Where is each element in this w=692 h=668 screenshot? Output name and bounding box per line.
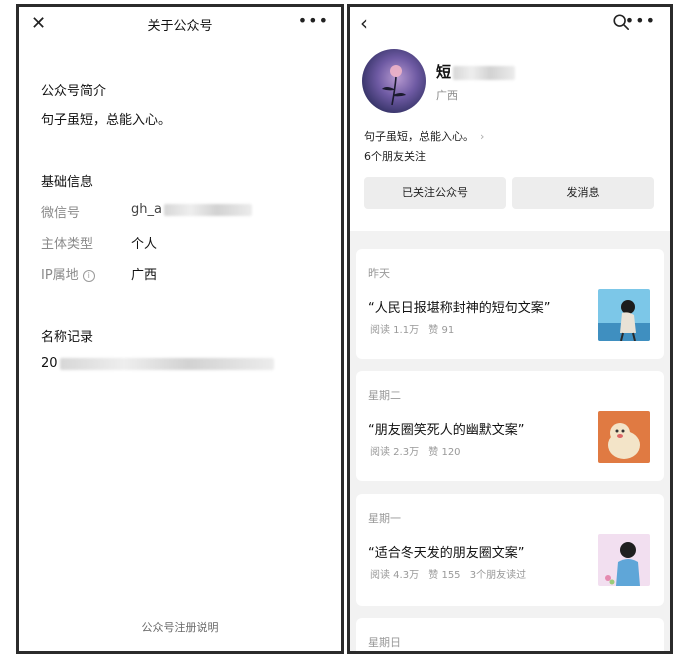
- intro-text: 句子虽短，总能入心。: [41, 113, 172, 128]
- article-thumbnail: [598, 534, 650, 586]
- redacted-blur: [453, 65, 516, 80]
- article-day: 星期日: [368, 636, 401, 649]
- article-meta: 阅读 4.3万 赞 155 3个朋友读过: [370, 566, 532, 581]
- name-history-year: 20: [41, 356, 58, 371]
- account-name-text: 短: [436, 63, 452, 81]
- send-message-button[interactable]: 发消息: [512, 177, 654, 209]
- article-likes: 赞 120: [428, 447, 461, 458]
- about-account-screen: ✕ 关于公众号 ••• 公众号简介 句子虽短，总能入心。 基础信息 微信号 gh…: [16, 4, 344, 654]
- article-meta: 阅读 2.3万 赞 120: [370, 443, 467, 458]
- article-title[interactable]: “朋友圈笑死人的幽默文案”: [368, 419, 524, 438]
- article-reads: 阅读 2.3万: [370, 447, 420, 458]
- article-thumbnail: [598, 289, 650, 341]
- basic-info-heading: 基础信息: [41, 175, 94, 190]
- header-bar: ✕ 关于公众号 •••: [19, 7, 341, 43]
- article-card[interactable]: 昨天 “人民日报堪称封神的短句文案” 阅读 1.1万 赞 91: [356, 249, 664, 359]
- wechat-id-value[interactable]: gh_a: [131, 202, 252, 217]
- more-icon[interactable]: •••: [298, 11, 329, 30]
- account-description[interactable]: 句子虽短，总能入心。 ›: [364, 128, 484, 144]
- info-icon[interactable]: i: [82, 270, 95, 282]
- article-title[interactable]: “适合冬天发的朋友圈文案”: [368, 542, 524, 561]
- article-thumbnail: [598, 411, 650, 463]
- article-card[interactable]: 星期二 “朋友圈笑死人的幽默文案” 阅读 2.3万 赞 120: [356, 371, 664, 481]
- wechat-id-text: gh_a: [131, 202, 162, 217]
- redacted-blur: [163, 203, 252, 216]
- article-day: 星期二: [368, 389, 401, 402]
- rose-image: [382, 65, 406, 106]
- ip-location-label: IP属地 i: [41, 264, 95, 283]
- avatar[interactable]: [362, 49, 426, 113]
- wechat-id-label: 微信号: [41, 206, 81, 221]
- registration-info-link[interactable]: 公众号注册说明: [19, 619, 341, 635]
- article-meta: 阅读 1.1万 赞 91: [370, 321, 460, 336]
- entity-type-label: 主体类型: [41, 237, 94, 252]
- article-title[interactable]: “人民日报堪称封神的短句文案”: [368, 297, 550, 316]
- article-card[interactable]: 星期日: [356, 618, 664, 651]
- screenshot: ✕ 关于公众号 ••• 公众号简介 句子虽短，总能入心。 基础信息 微信号 gh…: [0, 0, 692, 668]
- profile-header: ‹ ••• 短 广西 句子虽短，总能入心。 › 6个朋友关注 已关注公众号 发消…: [350, 7, 670, 231]
- article-card[interactable]: 星期一 “适合冬天发的朋友圈文案” 阅读 4.3万 赞 155 3个朋友读过: [356, 494, 664, 606]
- account-region: 广西: [436, 89, 458, 102]
- article-reads: 阅读 4.3万: [370, 570, 420, 581]
- chevron-right-icon: ›: [480, 130, 485, 143]
- back-icon[interactable]: ‹: [360, 11, 368, 35]
- name-history-entry: 20: [41, 356, 274, 371]
- page-title: 关于公众号: [147, 19, 213, 34]
- article-day: 昨天: [368, 267, 390, 280]
- article-day: 星期一: [368, 512, 401, 525]
- friends-following[interactable]: 6个朋友关注: [364, 148, 426, 164]
- ip-location-label-text: IP属地: [41, 268, 79, 283]
- article-reads: 阅读 1.1万: [370, 325, 420, 336]
- intro-heading: 公众号简介: [41, 84, 107, 99]
- entity-type-value: 个人: [131, 237, 158, 252]
- more-icon[interactable]: •••: [625, 11, 656, 30]
- account-description-text: 句子虽短，总能入心。: [364, 130, 474, 143]
- redacted-blur: [59, 357, 274, 370]
- article-likes: 赞 91: [428, 325, 455, 336]
- name-history-heading: 名称记录: [41, 330, 94, 345]
- followed-button[interactable]: 已关注公众号: [364, 177, 506, 209]
- account-profile-screen: ‹ ••• 短 广西 句子虽短，总能入心。 › 6个朋友关注 已关注公众号 发消…: [347, 4, 673, 654]
- article-friends-read: 3个朋友读过: [469, 570, 527, 581]
- article-likes: 赞 155: [428, 570, 461, 581]
- ip-location-value: 广西: [131, 268, 158, 283]
- account-name: 短: [436, 61, 516, 82]
